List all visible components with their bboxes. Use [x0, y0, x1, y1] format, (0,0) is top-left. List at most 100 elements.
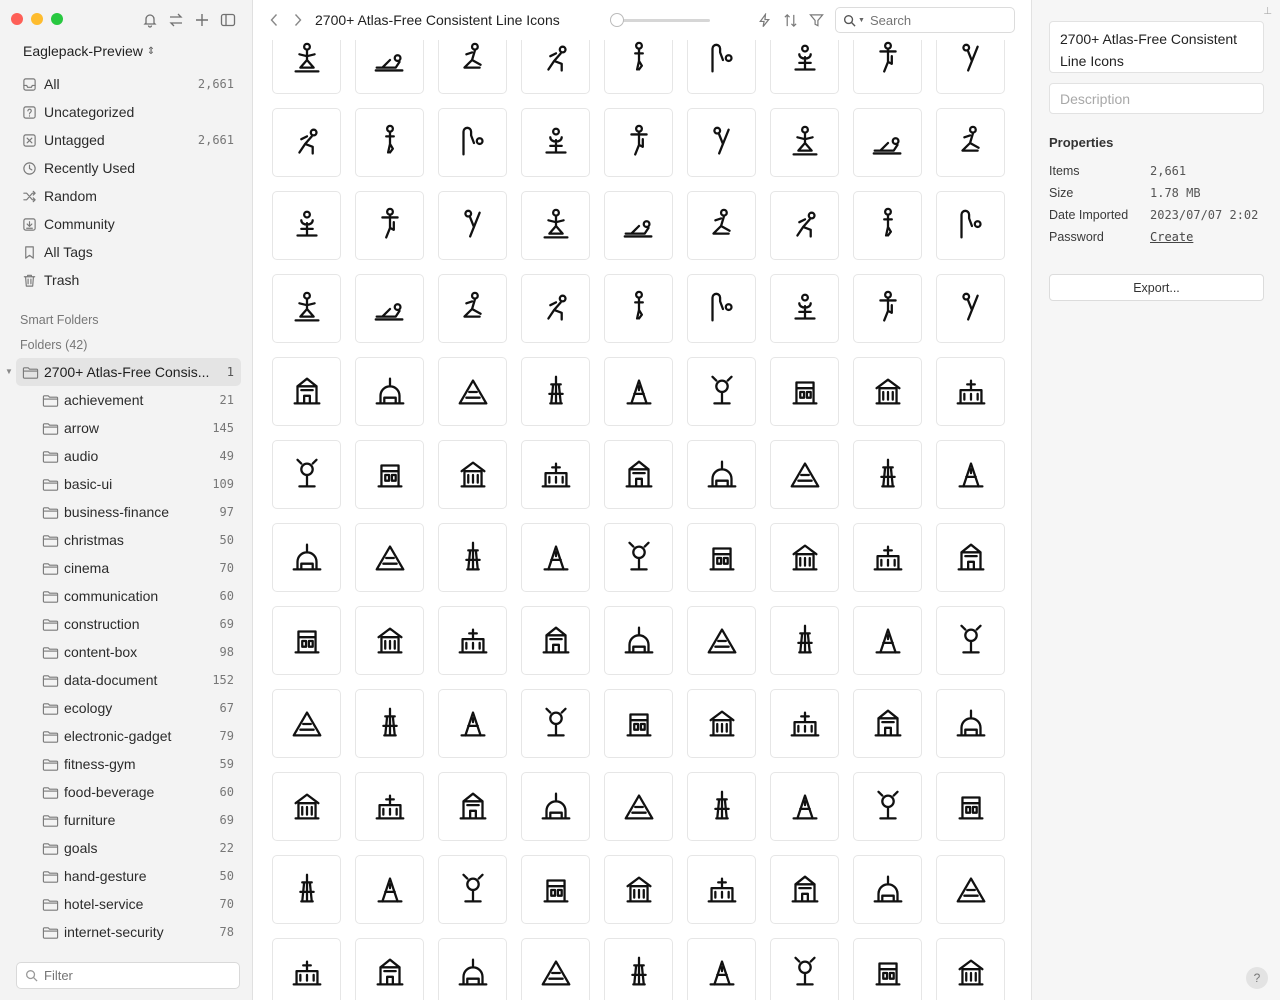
- asset-tile[interactable]: [770, 440, 839, 509]
- asset-tile[interactable]: [687, 108, 756, 177]
- folder-item-internet-security[interactable]: internet-security 78: [16, 918, 241, 946]
- asset-tile[interactable]: [687, 772, 756, 841]
- plus-icon[interactable]: [194, 10, 210, 30]
- asset-tile[interactable]: [438, 274, 507, 343]
- folder-item-electronic-gadget[interactable]: electronic-gadget 79: [16, 722, 241, 750]
- asset-tile[interactable]: [272, 689, 341, 758]
- folder-item-ecology[interactable]: ecology 67: [16, 694, 241, 722]
- asset-tile[interactable]: [687, 689, 756, 758]
- close-window-button[interactable]: [11, 13, 23, 25]
- asset-tile[interactable]: [687, 191, 756, 260]
- asset-tile[interactable]: [521, 523, 590, 592]
- folder-item-achievement[interactable]: achievement 21: [16, 386, 241, 414]
- asset-tile[interactable]: [687, 40, 756, 94]
- asset-tile[interactable]: [687, 938, 756, 1000]
- search-field[interactable]: ▼: [835, 7, 1015, 33]
- asset-tile[interactable]: [853, 108, 922, 177]
- asset-tile[interactable]: [355, 108, 424, 177]
- folder-item-data-document[interactable]: data-document 152: [16, 666, 241, 694]
- folder-item-arrow[interactable]: arrow 145: [16, 414, 241, 442]
- filter-icon[interactable]: [808, 11, 824, 29]
- search-input[interactable]: [869, 12, 1000, 28]
- asset-tile[interactable]: [521, 689, 590, 758]
- asset-tile[interactable]: [355, 855, 424, 924]
- thumbnail-size-slider[interactable]: [610, 13, 710, 27]
- asset-tile[interactable]: [936, 108, 1005, 177]
- sidebar-toggle-icon[interactable]: [220, 10, 236, 30]
- sidebar-item-random[interactable]: Random: [16, 182, 241, 210]
- asset-tile[interactable]: [355, 523, 424, 592]
- folder-item-construction[interactable]: construction 69: [16, 610, 241, 638]
- asset-tile[interactable]: [770, 938, 839, 1000]
- create-password-link[interactable]: Create: [1150, 230, 1193, 244]
- asset-tile[interactable]: [604, 772, 673, 841]
- asset-tile[interactable]: [936, 606, 1005, 675]
- asset-tile[interactable]: [770, 523, 839, 592]
- asset-tile[interactable]: [687, 523, 756, 592]
- asset-tile[interactable]: [936, 191, 1005, 260]
- asset-tile[interactable]: [355, 440, 424, 509]
- asset-tile[interactable]: [936, 938, 1005, 1000]
- asset-tile[interactable]: [853, 191, 922, 260]
- asset-tile[interactable]: [687, 440, 756, 509]
- description-field[interactable]: Description: [1049, 83, 1264, 114]
- sidebar-item-community[interactable]: Community: [16, 210, 241, 238]
- slider-knob[interactable]: [610, 13, 624, 27]
- folder-item-hand-gesture[interactable]: hand-gesture 50: [16, 862, 241, 890]
- asset-tile[interactable]: [355, 40, 424, 94]
- asset-tile[interactable]: [272, 855, 341, 924]
- asset-tile[interactable]: [272, 191, 341, 260]
- asset-tile[interactable]: [853, 938, 922, 1000]
- asset-tile[interactable]: [770, 40, 839, 94]
- sidebar-item-recently-used[interactable]: Recently Used: [16, 154, 241, 182]
- asset-tile[interactable]: [355, 274, 424, 343]
- asset-tile[interactable]: [438, 191, 507, 260]
- asset-tile[interactable]: [770, 191, 839, 260]
- asset-tile[interactable]: [438, 108, 507, 177]
- asset-tile[interactable]: [438, 938, 507, 1000]
- asset-tile[interactable]: [272, 606, 341, 675]
- asset-tile[interactable]: [438, 606, 507, 675]
- folder-item-furniture[interactable]: furniture 69: [16, 806, 241, 834]
- folder-item-communication[interactable]: communication 60: [16, 582, 241, 610]
- asset-tile[interactable]: [272, 523, 341, 592]
- asset-tile[interactable]: [604, 40, 673, 94]
- asset-tile[interactable]: [272, 938, 341, 1000]
- zoom-window-button[interactable]: [51, 13, 63, 25]
- asset-tile[interactable]: [853, 274, 922, 343]
- asset-tile[interactable]: [604, 855, 673, 924]
- asset-tile[interactable]: [853, 357, 922, 426]
- asset-tile[interactable]: [770, 606, 839, 675]
- back-button[interactable]: [268, 11, 280, 29]
- asset-tile[interactable]: [853, 523, 922, 592]
- asset-tile[interactable]: [770, 855, 839, 924]
- asset-tile[interactable]: [521, 274, 590, 343]
- folders-heading[interactable]: Folders (42): [20, 338, 87, 352]
- smart-folders-heading[interactable]: Smart Folders: [20, 313, 99, 327]
- lightning-icon[interactable]: [756, 11, 772, 29]
- asset-tile[interactable]: [687, 357, 756, 426]
- asset-tile[interactable]: [853, 855, 922, 924]
- asset-tile[interactable]: [853, 606, 922, 675]
- sidebar-item-all[interactable]: All 2,661: [16, 70, 241, 98]
- asset-tile[interactable]: [687, 855, 756, 924]
- asset-tile[interactable]: [438, 772, 507, 841]
- asset-tile[interactable]: [355, 606, 424, 675]
- minimize-window-button[interactable]: [31, 13, 43, 25]
- asset-tile[interactable]: [272, 274, 341, 343]
- folder-item-fitness-gym[interactable]: fitness-gym 59: [16, 750, 241, 778]
- asset-tile[interactable]: [355, 772, 424, 841]
- asset-tile[interactable]: [521, 40, 590, 94]
- asset-tile[interactable]: [438, 440, 507, 509]
- folder-item-food-beverage[interactable]: food-beverage 60: [16, 778, 241, 806]
- asset-tile[interactable]: [521, 938, 590, 1000]
- folder-item-christmas[interactable]: christmas 50: [16, 526, 241, 554]
- asset-tile[interactable]: [853, 440, 922, 509]
- asset-tile[interactable]: [770, 772, 839, 841]
- asset-tile[interactable]: [272, 108, 341, 177]
- asset-tile[interactable]: [770, 108, 839, 177]
- asset-tile[interactable]: [272, 357, 341, 426]
- asset-tile[interactable]: [272, 772, 341, 841]
- sidebar-item-all-tags[interactable]: All Tags: [16, 238, 241, 266]
- asset-tile[interactable]: [355, 938, 424, 1000]
